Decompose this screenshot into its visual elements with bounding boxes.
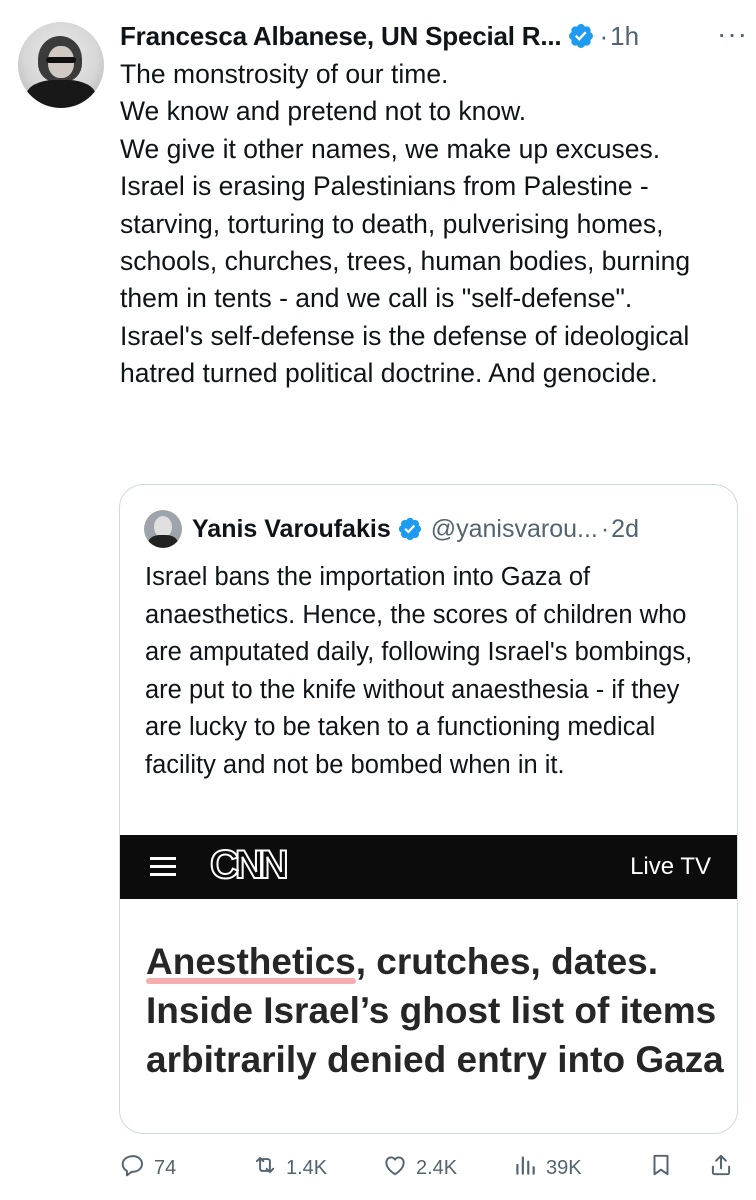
quoted-author-name[interactable]: Yanis Varoufakis xyxy=(192,515,391,544)
hamburger-menu-icon xyxy=(150,857,176,877)
quoted-author-handle[interactable]: @yanisvarou... xyxy=(431,515,598,544)
separator-dot: · xyxy=(599,20,609,51)
reply-icon xyxy=(120,1152,146,1184)
tweet-actions: 74 1.4K 2.4K 39K xyxy=(120,1150,750,1186)
tweet-line: Israel is erasing Palestinians from Pale… xyxy=(120,171,691,314)
share-icon xyxy=(708,1152,734,1184)
quoted-tweet-header: Yanis Varoufakis @yanisvarou... · 2d xyxy=(144,507,639,551)
headline-highlight: Anesthetics xyxy=(146,941,356,984)
tweet-line: We know and pretend not to know. xyxy=(120,96,527,127)
tweet-line: The monstrosity of our time. xyxy=(120,59,449,89)
quoted-tweet-timestamp[interactable]: 2d xyxy=(611,515,639,544)
tweet-text: The monstrosity of our time. We know and… xyxy=(120,56,746,393)
tweet-line: We give it other names, we make up excus… xyxy=(120,133,661,164)
quoted-tweet[interactable]: Yanis Varoufakis @yanisvarou... · 2d Isr… xyxy=(119,484,738,1134)
quoted-tweet-text: Israel bans the importation into Gaza of… xyxy=(145,563,693,779)
analytics-icon xyxy=(512,1152,538,1184)
tweet-line: Israel's self-defense is the defense of … xyxy=(120,320,690,389)
more-options-icon[interactable]: ··· xyxy=(717,18,748,50)
tweet-header: Francesca Albanese, UN Special R... · 1h… xyxy=(120,16,750,56)
like-button[interactable]: 2.4K xyxy=(382,1150,457,1186)
like-count: 2.4K xyxy=(416,1156,458,1179)
views-button[interactable]: 39K xyxy=(512,1150,582,1186)
media-headline: Anesthetics, crutches, dates. Inside Isr… xyxy=(146,937,726,1084)
heart-icon xyxy=(382,1152,408,1184)
share-button[interactable] xyxy=(708,1150,734,1186)
verified-badge-icon xyxy=(397,516,423,542)
bookmark-icon xyxy=(648,1152,674,1184)
cnn-logo: CNN xyxy=(209,842,290,888)
reply-button[interactable]: 74 xyxy=(120,1150,176,1186)
live-tv-label: Live TV xyxy=(630,853,711,880)
author-avatar[interactable] xyxy=(18,22,104,108)
media-cnn-header: CNN Live TV xyxy=(120,835,737,899)
verified-badge-icon xyxy=(567,22,595,50)
separator-dot: · xyxy=(600,514,610,543)
author-name[interactable]: Francesca Albanese, UN Special R... xyxy=(120,21,562,52)
repost-icon xyxy=(252,1152,278,1184)
quoted-author-avatar[interactable] xyxy=(144,510,182,548)
bookmark-button[interactable] xyxy=(648,1150,674,1186)
tweet-timestamp[interactable]: 1h xyxy=(610,21,639,52)
views-count: 39K xyxy=(546,1156,582,1179)
reply-count: 74 xyxy=(154,1156,177,1179)
repost-button[interactable]: 1.4K xyxy=(252,1150,327,1186)
repost-count: 1.4K xyxy=(286,1156,328,1179)
